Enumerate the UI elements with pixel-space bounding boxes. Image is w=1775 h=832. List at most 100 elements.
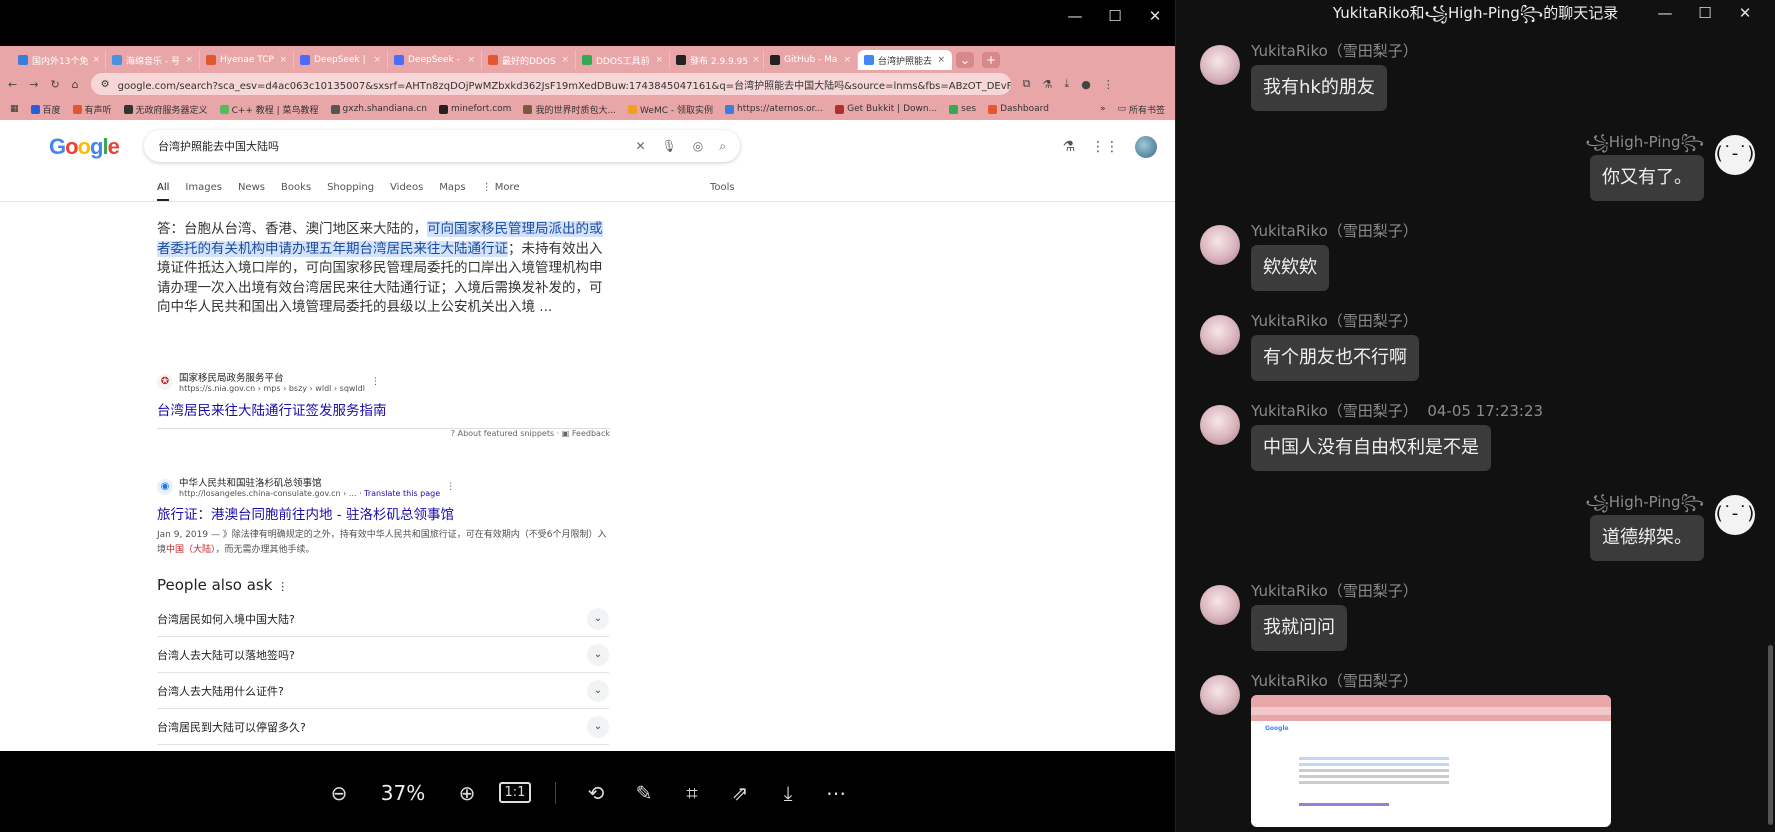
chevron-down-icon[interactable]: ⌄ <box>587 607 609 630</box>
bookmark-item[interactable]: 百度 <box>30 103 61 116</box>
chevron-down-icon[interactable]: ⌄ <box>587 715 609 738</box>
more-options-icon[interactable]: ⋮ <box>446 482 455 492</box>
avatar[interactable] <box>1200 585 1240 625</box>
more-options-icon[interactable]: ⋮ <box>371 377 380 387</box>
message-bubble[interactable]: 你又有了。 <box>1590 155 1704 201</box>
profile-icon[interactable]: ● <box>1081 78 1091 91</box>
tab-close-icon[interactable]: × <box>752 55 760 65</box>
result-source[interactable]: ◉ 中华人民共和国驻洛杉矶总领事馆 http://losangeles.chin… <box>157 475 455 498</box>
browser-tab[interactable]: Hyenae TCP × <box>200 50 294 70</box>
browser-tab[interactable]: 海绵音乐 - 号 × <box>106 50 200 70</box>
bookmark-item[interactable]: gxzh.shandiana.cn <box>330 104 427 114</box>
paa-question[interactable]: 台湾居民如何入境中国大陆? ⌄ <box>157 601 609 637</box>
home-icon[interactable]: ⌂ <box>72 78 79 91</box>
account-avatar[interactable] <box>1135 136 1157 158</box>
lens-icon[interactable]: ◎ <box>693 139 703 154</box>
labs-icon[interactable]: ⚗ <box>1062 139 1075 155</box>
tab-close-icon[interactable]: × <box>279 55 287 65</box>
scrollbar-thumb[interactable] <box>1768 645 1773 825</box>
about-snippets-link[interactable]: About featured snippets <box>458 429 555 438</box>
minimize-icon[interactable]: — <box>1055 4 1095 28</box>
paa-question[interactable]: 台湾居民到大陆可以停留多久? ⌄ <box>157 709 609 745</box>
bookmark-item[interactable]: https://aternos.or... <box>724 104 823 114</box>
tab-news[interactable]: News <box>238 182 265 201</box>
message-bubble[interactable]: 欸欸欸 <box>1251 245 1329 291</box>
tab-books[interactable]: Books <box>281 182 311 201</box>
menu-icon[interactable]: ⋮ <box>1103 78 1114 91</box>
forward-icon[interactable]: → <box>29 78 38 91</box>
tab-close-icon[interactable]: × <box>937 55 945 65</box>
share-icon[interactable]: ⇗ <box>716 773 764 813</box>
apps-grid-icon[interactable]: ▦ <box>10 104 19 114</box>
avatar[interactable]: (˙-˙) <box>1715 495 1755 535</box>
paa-question[interactable]: 台湾人去大陆可以落地签吗? ⌄ <box>157 637 609 673</box>
text-recognition-icon[interactable]: ⌗ <box>668 773 716 813</box>
message-bubble[interactable]: 道德绑架。 <box>1590 515 1704 561</box>
browser-tab[interactable]: 最好的DDOS × <box>482 50 576 70</box>
google-logo[interactable]: Google <box>49 134 120 160</box>
extensions-icon[interactable]: ⧉ <box>1023 77 1031 91</box>
url-field[interactable]: ⚙ google.com/search?sca_esv=d4ac063c1013… <box>90 73 1011 95</box>
bookmark-item[interactable]: C++ 教程 | 菜鸟教程 <box>219 103 319 116</box>
tab-close-icon[interactable]: × <box>467 55 475 65</box>
bookmark-item[interactable]: 我的世界时质包大... <box>523 103 616 116</box>
actual-size-button[interactable]: 1:1 <box>491 773 539 813</box>
close-icon[interactable]: ✕ <box>1725 0 1765 26</box>
avatar[interactable] <box>1200 315 1240 355</box>
tab-close-icon[interactable]: × <box>92 55 100 65</box>
tab-shopping[interactable]: Shopping <box>327 182 374 201</box>
browser-tab[interactable]: 發布 2.9.9.95 × <box>670 50 764 70</box>
rotate-icon[interactable]: ⟲ <box>572 773 620 813</box>
browser-tab[interactable]: DDOS工具前 × <box>576 50 670 70</box>
bookmark-item[interactable]: minefort.com <box>438 104 511 114</box>
tab-close-icon[interactable]: × <box>655 55 663 65</box>
browser-tab[interactable]: DeepSeek - × <box>388 50 482 70</box>
zoom-out-icon[interactable]: ⊖ <box>315 773 363 813</box>
download-icon[interactable]: ⤓ <box>764 773 812 813</box>
message-bubble[interactable]: 有个朋友也不行啊 <box>1251 335 1419 381</box>
download-icon[interactable]: ⤓ <box>1064 77 1069 91</box>
chevron-down-icon[interactable]: ⌄ <box>587 679 609 702</box>
tab-maps[interactable]: Maps <box>439 182 465 201</box>
tab-close-icon[interactable]: × <box>561 55 569 65</box>
avatar[interactable] <box>1200 225 1240 265</box>
back-icon[interactable]: ← <box>8 78 17 91</box>
translate-link[interactable]: · Translate this page <box>359 489 440 498</box>
google-search-box[interactable]: 台湾护照能去中国大陆吗 ✕ 🎙 ◎ ⌕ <box>144 130 740 162</box>
avatar[interactable] <box>1200 405 1240 445</box>
site-info-icon[interactable]: ⚙ <box>101 79 110 90</box>
clear-icon[interactable]: ✕ <box>635 139 645 154</box>
bookmark-item[interactable]: Dashboard <box>988 104 1049 114</box>
close-icon[interactable]: ✕ <box>1135 4 1175 28</box>
maximize-icon[interactable]: ☐ <box>1685 0 1725 26</box>
more-options-icon[interactable]: ⋮ <box>277 580 288 593</box>
feedback-link[interactable]: Feedback <box>572 429 610 438</box>
tab-more[interactable]: ⋮ More <box>482 182 520 201</box>
avatar[interactable]: (˙-˙) <box>1715 135 1755 175</box>
browser-tab[interactable]: DeepSeek | × <box>294 50 388 70</box>
avatar[interactable] <box>1200 45 1240 85</box>
more-icon[interactable]: ⋯ <box>812 773 860 813</box>
reload-icon[interactable]: ↻ <box>50 78 59 91</box>
result-source[interactable]: ✪ 国家移民局政务服务平台 https://s.nia.gov.cn › mps… <box>157 370 380 393</box>
message-bubble[interactable]: 我有hk的朋友 <box>1251 65 1387 111</box>
maximize-icon[interactable]: ☐ <box>1095 4 1135 28</box>
paa-question[interactable]: 台湾人去大陆用什么证件? ⌄ <box>157 673 609 709</box>
tab-all[interactable]: All <box>157 182 170 201</box>
tab-close-icon[interactable]: × <box>373 55 381 65</box>
bookmark-item[interactable]: ses <box>949 104 976 114</box>
browser-tab[interactable]: GitHub - Ma × <box>764 50 858 70</box>
result-title-link[interactable]: 台湾居民来往大陆通行证签发服务指南 <box>157 399 387 419</box>
tools-button[interactable]: Tools <box>710 182 735 193</box>
tab-images[interactable]: Images <box>185 182 222 201</box>
result-title-link[interactable]: 旅行证：港澳台同胞前往内地 - 驻洛杉矶总领事馆 <box>157 503 454 523</box>
microphone-icon[interactable]: 🎙 <box>662 139 677 154</box>
image-message-thumbnail[interactable]: Google <box>1251 695 1611 827</box>
avatar[interactable] <box>1200 675 1240 715</box>
search-icon[interactable]: ⌕ <box>719 139 726 154</box>
tab-videos[interactable]: Videos <box>390 182 423 201</box>
bookmark-item[interactable]: 无政府服务器定义 <box>123 103 208 116</box>
browser-tab[interactable]: 国内外13个免 × <box>12 50 106 70</box>
message-bubble[interactable]: 我就问问 <box>1251 605 1347 651</box>
all-bookmarks-folder[interactable]: ▭ 所有书签 <box>1117 103 1165 116</box>
